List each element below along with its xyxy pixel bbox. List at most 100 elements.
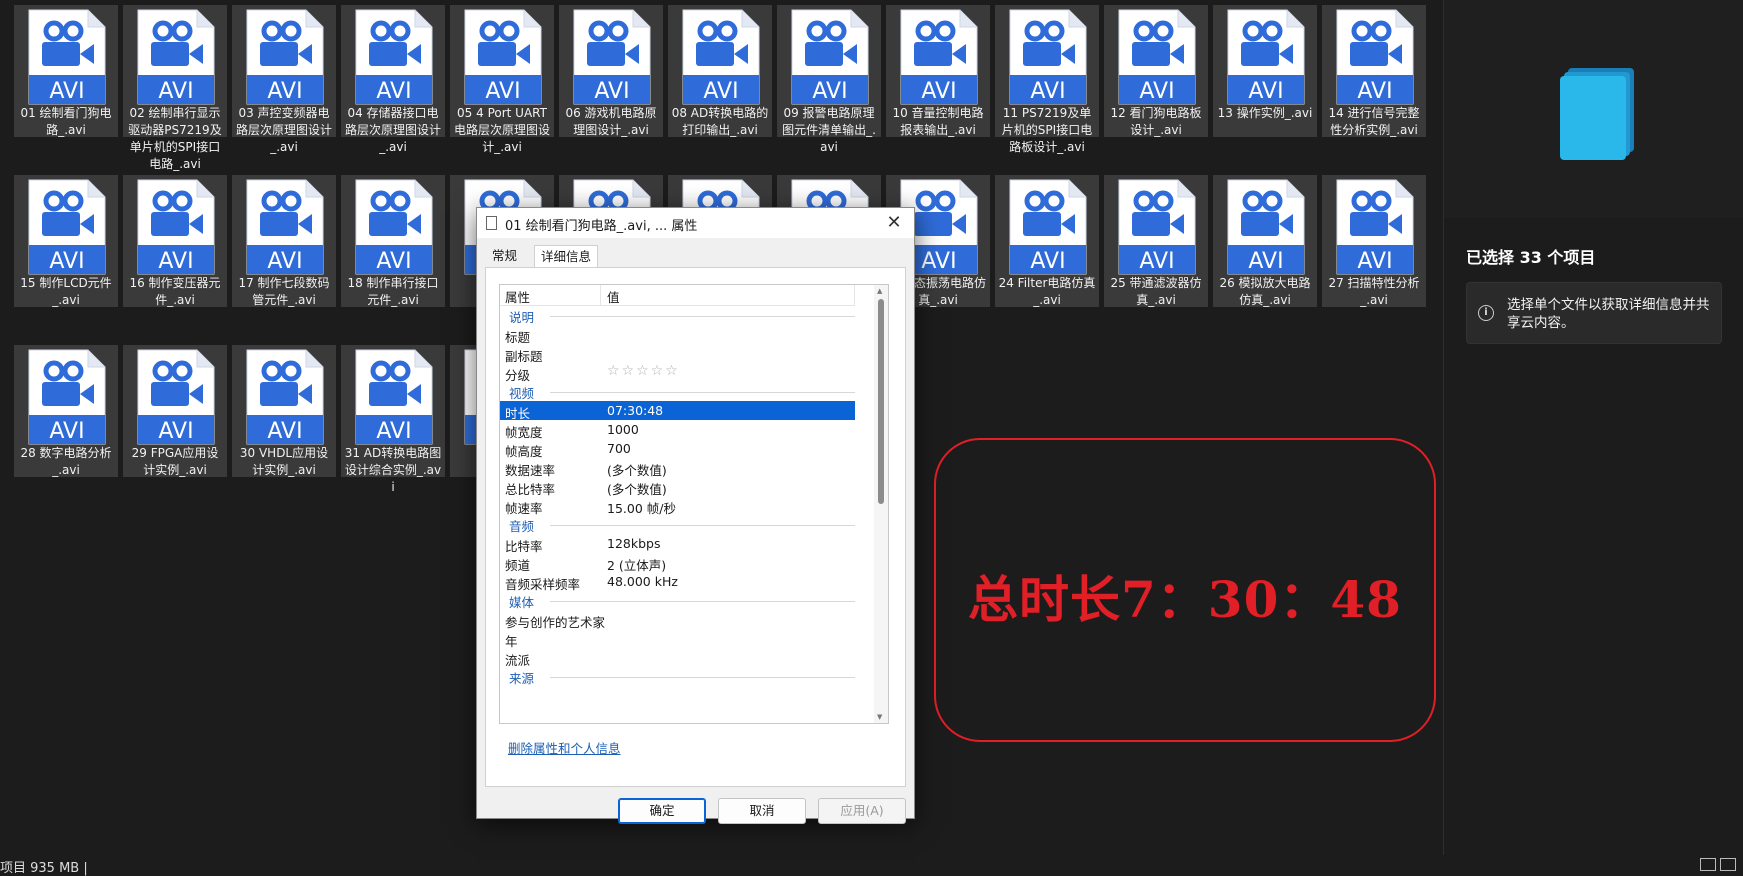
- avi-label: AVI: [1030, 79, 1065, 104]
- file-item[interactable]: AVI 03 声控变频器电路层次原理图设计_.avi: [232, 5, 336, 154]
- scrollbar-thumb[interactable]: [878, 299, 884, 504]
- avi-label: AVI: [158, 419, 193, 444]
- property-list[interactable]: 属性 值 说明 标题 副标题 分级 ☆☆☆☆☆ 视频 时长 07:30:48 帧宽度 1000 帧高…: [499, 284, 889, 724]
- file-item[interactable]: AVI 25 带通滤波器仿真_.avi: [1104, 175, 1208, 307]
- file-item[interactable]: AVI 24 Filter电路仿真_.avi: [995, 175, 1099, 307]
- file-item[interactable]: AVI 15 制作LCD元件_.avi: [14, 175, 118, 307]
- property-row[interactable]: 总比特率 (多个数值): [500, 477, 855, 497]
- file-item[interactable]: AVI 08 AD转换电路的打印输出_.avi: [668, 5, 772, 137]
- property-row[interactable]: 帧宽度 1000: [500, 420, 855, 440]
- property-row[interactable]: 频道 2 (立体声): [500, 553, 855, 573]
- stacked-files-icon: [1560, 76, 1626, 160]
- group-label: 音频: [509, 519, 535, 534]
- tab-general[interactable]: 常规: [486, 245, 523, 267]
- property-group[interactable]: 媒体: [500, 591, 855, 610]
- file-item[interactable]: AVI 14 进行信号完整性分析实例_.avi: [1322, 5, 1426, 137]
- file-name: 17 制作七段数码管元件_.avi: [238, 276, 330, 307]
- avi-label: AVI: [1139, 79, 1174, 104]
- preview-area: [1444, 0, 1743, 218]
- file-item[interactable]: AVI 29 FPGA应用设计实例_.avi: [123, 345, 227, 477]
- property-row[interactable]: 帧高度 700: [500, 439, 855, 459]
- file-name: 01 绘制看门狗电路_.avi: [20, 106, 112, 137]
- file-item[interactable]: AVI 26 模拟放大电路仿真_.avi: [1213, 175, 1317, 307]
- property-row[interactable]: 音频采样频率 48.000 kHz: [500, 572, 855, 592]
- property-row-rating[interactable]: 分级 ☆☆☆☆☆: [500, 363, 855, 383]
- close-icon[interactable]: ✕: [882, 211, 906, 235]
- avi-label: AVI: [485, 79, 520, 104]
- rating-stars[interactable]: ☆☆☆☆☆: [607, 363, 680, 379]
- video-file-icon: AVI: [28, 349, 106, 445]
- property-row[interactable]: 副标题: [500, 344, 855, 364]
- avi-label: AVI: [1248, 249, 1283, 274]
- property-row[interactable]: 标题: [500, 325, 855, 345]
- file-item[interactable]: AVI 02 绘制串行显示驱动器PS7219及单片机的SPI接口电路_.avi: [123, 5, 227, 171]
- property-row[interactable]: 比特率 128kbps: [500, 534, 855, 554]
- file-item[interactable]: AVI 12 看门狗电路板设计_.avi: [1104, 5, 1208, 137]
- file-item[interactable]: AVI 17 制作七段数码管元件_.avi: [232, 175, 336, 307]
- video-file-icon: AVI: [1118, 9, 1196, 105]
- file-item[interactable]: AVI 11 PS7219及单片机的SPI接口电路板设计_.avi: [995, 5, 1099, 154]
- file-item[interactable]: AVI 18 制作串行接口元件_.avi: [341, 175, 445, 307]
- property-value: 128kbps: [607, 536, 661, 551]
- file-item[interactable]: AVI 01 绘制看门狗电路_.avi: [14, 5, 118, 137]
- property-group[interactable]: 来源: [500, 667, 855, 686]
- property-group[interactable]: 说明: [500, 306, 855, 325]
- avi-label: AVI: [376, 249, 411, 274]
- file-name: 02 绘制串行显示驱动器PS7219及单片机的SPI接口电路_.avi: [128, 106, 222, 171]
- file-item[interactable]: AVI 05 4 Port UART电路层次原理图设计_.avi: [450, 5, 554, 154]
- property-row[interactable]: 时长 07:30:48: [500, 401, 855, 421]
- file-item[interactable]: AVI 16 制作变压器元件_.avi: [123, 175, 227, 307]
- avi-label: AVI: [594, 79, 629, 104]
- details-view-icon[interactable]: [1700, 858, 1716, 871]
- file-item[interactable]: AVI 10 音量控制电路报表输出_.avi: [886, 5, 990, 137]
- property-scrollbar[interactable]: ▲ ▼: [874, 285, 888, 723]
- video-file-icon: AVI: [246, 349, 324, 445]
- property-row[interactable]: 数据速率 (多个数值): [500, 458, 855, 478]
- large-icons-view-icon[interactable]: [1720, 858, 1736, 871]
- property-row[interactable]: 流派: [500, 648, 855, 668]
- scroll-up-icon[interactable]: ▲: [877, 287, 882, 295]
- video-file-icon: AVI: [355, 179, 433, 275]
- file-item[interactable]: AVI 27 扫描特性分析_.avi: [1322, 175, 1426, 307]
- details-panel: 属性 值 说明 标题 副标题 分级 ☆☆☆☆☆ 视频 时长 07:30:48 帧宽度 1000 帧高…: [485, 267, 906, 787]
- tab-details[interactable]: 详细信息: [534, 245, 599, 268]
- video-file-icon: AVI: [137, 349, 215, 445]
- column-header-value[interactable]: 值: [607, 287, 620, 306]
- file-name: 15 制作LCD元件_.avi: [20, 276, 112, 307]
- video-file-icon: AVI: [1009, 179, 1087, 275]
- file-item[interactable]: AVI 09 报警电路原理图元件清单输出_.avi: [777, 5, 881, 154]
- avi-label: AVI: [376, 79, 411, 104]
- video-file-icon: AVI: [246, 9, 324, 105]
- file-item[interactable]: AVI 30 VHDL应用设计实例_.avi: [232, 345, 336, 477]
- property-value: 1000: [607, 422, 639, 437]
- file-item[interactable]: AVI 28 数字电路分析_.avi: [14, 345, 118, 477]
- video-file-icon: AVI: [137, 179, 215, 275]
- file-name: 30 VHDL应用设计实例_.avi: [239, 446, 329, 477]
- file-item[interactable]: AVI 31 AD转换电路图设计综合实例_.avi: [341, 345, 445, 494]
- remove-properties-link[interactable]: 删除属性和个人信息: [508, 738, 621, 757]
- video-file-icon: AVI: [1336, 9, 1414, 105]
- file-item[interactable]: AVI 13 操作实例_.avi: [1213, 5, 1317, 137]
- group-label: 媒体: [509, 595, 535, 610]
- video-file-icon: AVI: [28, 179, 106, 275]
- property-row[interactable]: 帧速率 15.00 帧/秒: [500, 496, 855, 516]
- file-name: 24 Filter电路仿真_.avi: [998, 276, 1096, 307]
- avi-label: AVI: [1139, 249, 1174, 274]
- property-row[interactable]: 年: [500, 629, 855, 649]
- cancel-button[interactable]: 取消: [718, 798, 806, 824]
- file-item[interactable]: AVI 06 游戏机电路原理图设计_.avi: [559, 5, 663, 137]
- property-value: 07:30:48: [607, 403, 664, 418]
- file-item[interactable]: AVI 04 存储器接口电路层次原理图设计_.avi: [341, 5, 445, 154]
- column-header-property[interactable]: 属性: [505, 287, 530, 306]
- property-group[interactable]: 音频: [500, 515, 855, 534]
- dialog-titlebar[interactable]: 01 绘制看门狗电路_.avi, ... 属性 ✕: [477, 208, 914, 238]
- avi-label: AVI: [158, 249, 193, 274]
- property-row[interactable]: 参与创作的艺术家: [500, 610, 855, 630]
- file-name: 11 PS7219及单片机的SPI接口电路板设计_.avi: [1001, 106, 1093, 154]
- apply-button[interactable]: 应用(A): [818, 798, 906, 824]
- scroll-down-icon[interactable]: ▼: [877, 713, 882, 721]
- info-box: i 选择单个文件以获取详细信息并共享云内容。: [1466, 282, 1722, 344]
- ok-button[interactable]: 确定: [618, 798, 706, 824]
- property-group[interactable]: 视频: [500, 382, 855, 401]
- avi-label: AVI: [267, 419, 302, 444]
